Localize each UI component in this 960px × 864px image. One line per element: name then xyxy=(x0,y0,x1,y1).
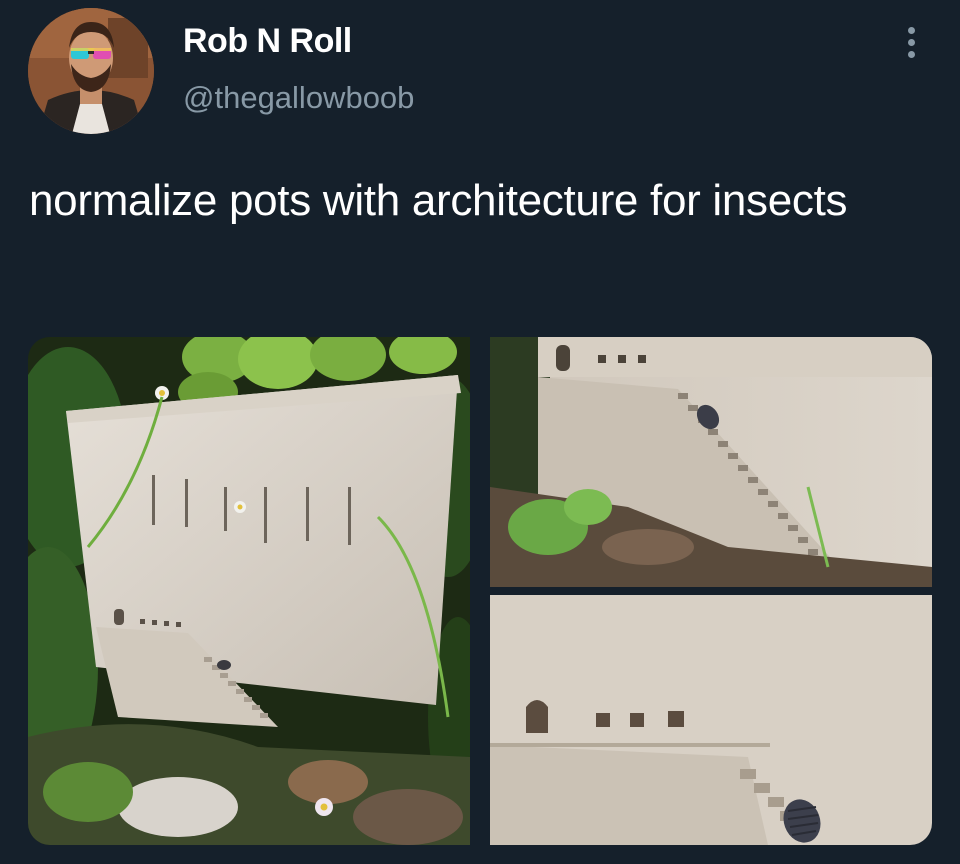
media-grid[interactable] xyxy=(28,337,932,845)
tweet-text: normalize pots with architecture for ins… xyxy=(29,176,848,225)
tweet: Rob N Roll @thegallowboob normalize pots… xyxy=(0,0,960,864)
photo-pot-with-plants[interactable] xyxy=(28,337,488,845)
author-handle[interactable]: @thegallowboob xyxy=(183,80,414,116)
author-display-name[interactable]: Rob N Roll xyxy=(183,22,352,61)
photo-staircase-closeup-top[interactable] xyxy=(490,337,932,587)
avatar[interactable] xyxy=(28,8,154,134)
more-vertical-icon xyxy=(907,26,915,34)
more-options-button[interactable] xyxy=(896,22,926,62)
photo-staircase-closeup-bottom[interactable] xyxy=(490,595,932,845)
avatar-photo xyxy=(28,8,154,134)
